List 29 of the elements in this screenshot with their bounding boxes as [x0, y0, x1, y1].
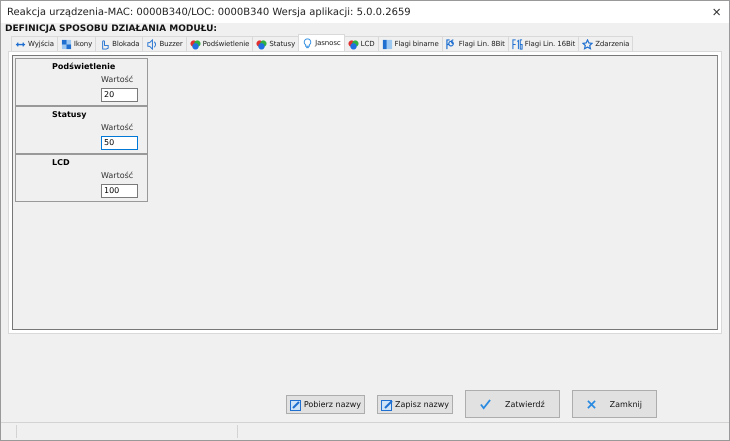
value-field[interactable]: 100: [101, 184, 138, 198]
section-heading: DEFINICJA SPOSOBU DZIAŁANIA MODUŁU:: [4, 23, 218, 34]
group-title: LCD: [52, 158, 71, 168]
checkmark-icon: [480, 398, 492, 410]
window-title: Reakcja urządzenia-MAC: 0000B340/LOC: 0000B340 Wersja aplikacji: 5.0.0.2659: [7, 6, 411, 18]
dialog-button[interactable]: Zatwierdź: [465, 390, 560, 418]
color-circles-icon: [348, 38, 359, 50]
star-icon: [582, 38, 594, 50]
dialog-button[interactable]: Pobierz nazwy: [286, 395, 365, 414]
lightbulb-icon: [302, 38, 314, 48]
document-pencil-icon: [290, 398, 302, 410]
grid-icon: [60, 38, 72, 50]
field-label: Wartość: [101, 123, 134, 134]
dialog-button[interactable]: Zamknij: [572, 390, 657, 418]
close-button[interactable]: ×: [710, 4, 723, 20]
group-title: Statusy: [52, 110, 88, 120]
color-circles-icon: [256, 38, 268, 50]
speaker-icon: [146, 38, 158, 50]
dialog-button[interactable]: Zapisz nazwy: [376, 395, 454, 414]
value-field[interactable]: 50: [101, 136, 138, 150]
f16-icon: [512, 38, 523, 50]
document-pencil-icon: [380, 398, 393, 410]
close-icon: [586, 400, 596, 408]
field-label: Wartość: [101, 75, 134, 86]
flag-icon: [382, 38, 393, 50]
group-title: Podświetlenie: [52, 62, 116, 72]
color-circles-icon: [190, 38, 201, 50]
value-field[interactable]: 20: [101, 88, 138, 102]
field-label: Wartość: [101, 171, 134, 182]
